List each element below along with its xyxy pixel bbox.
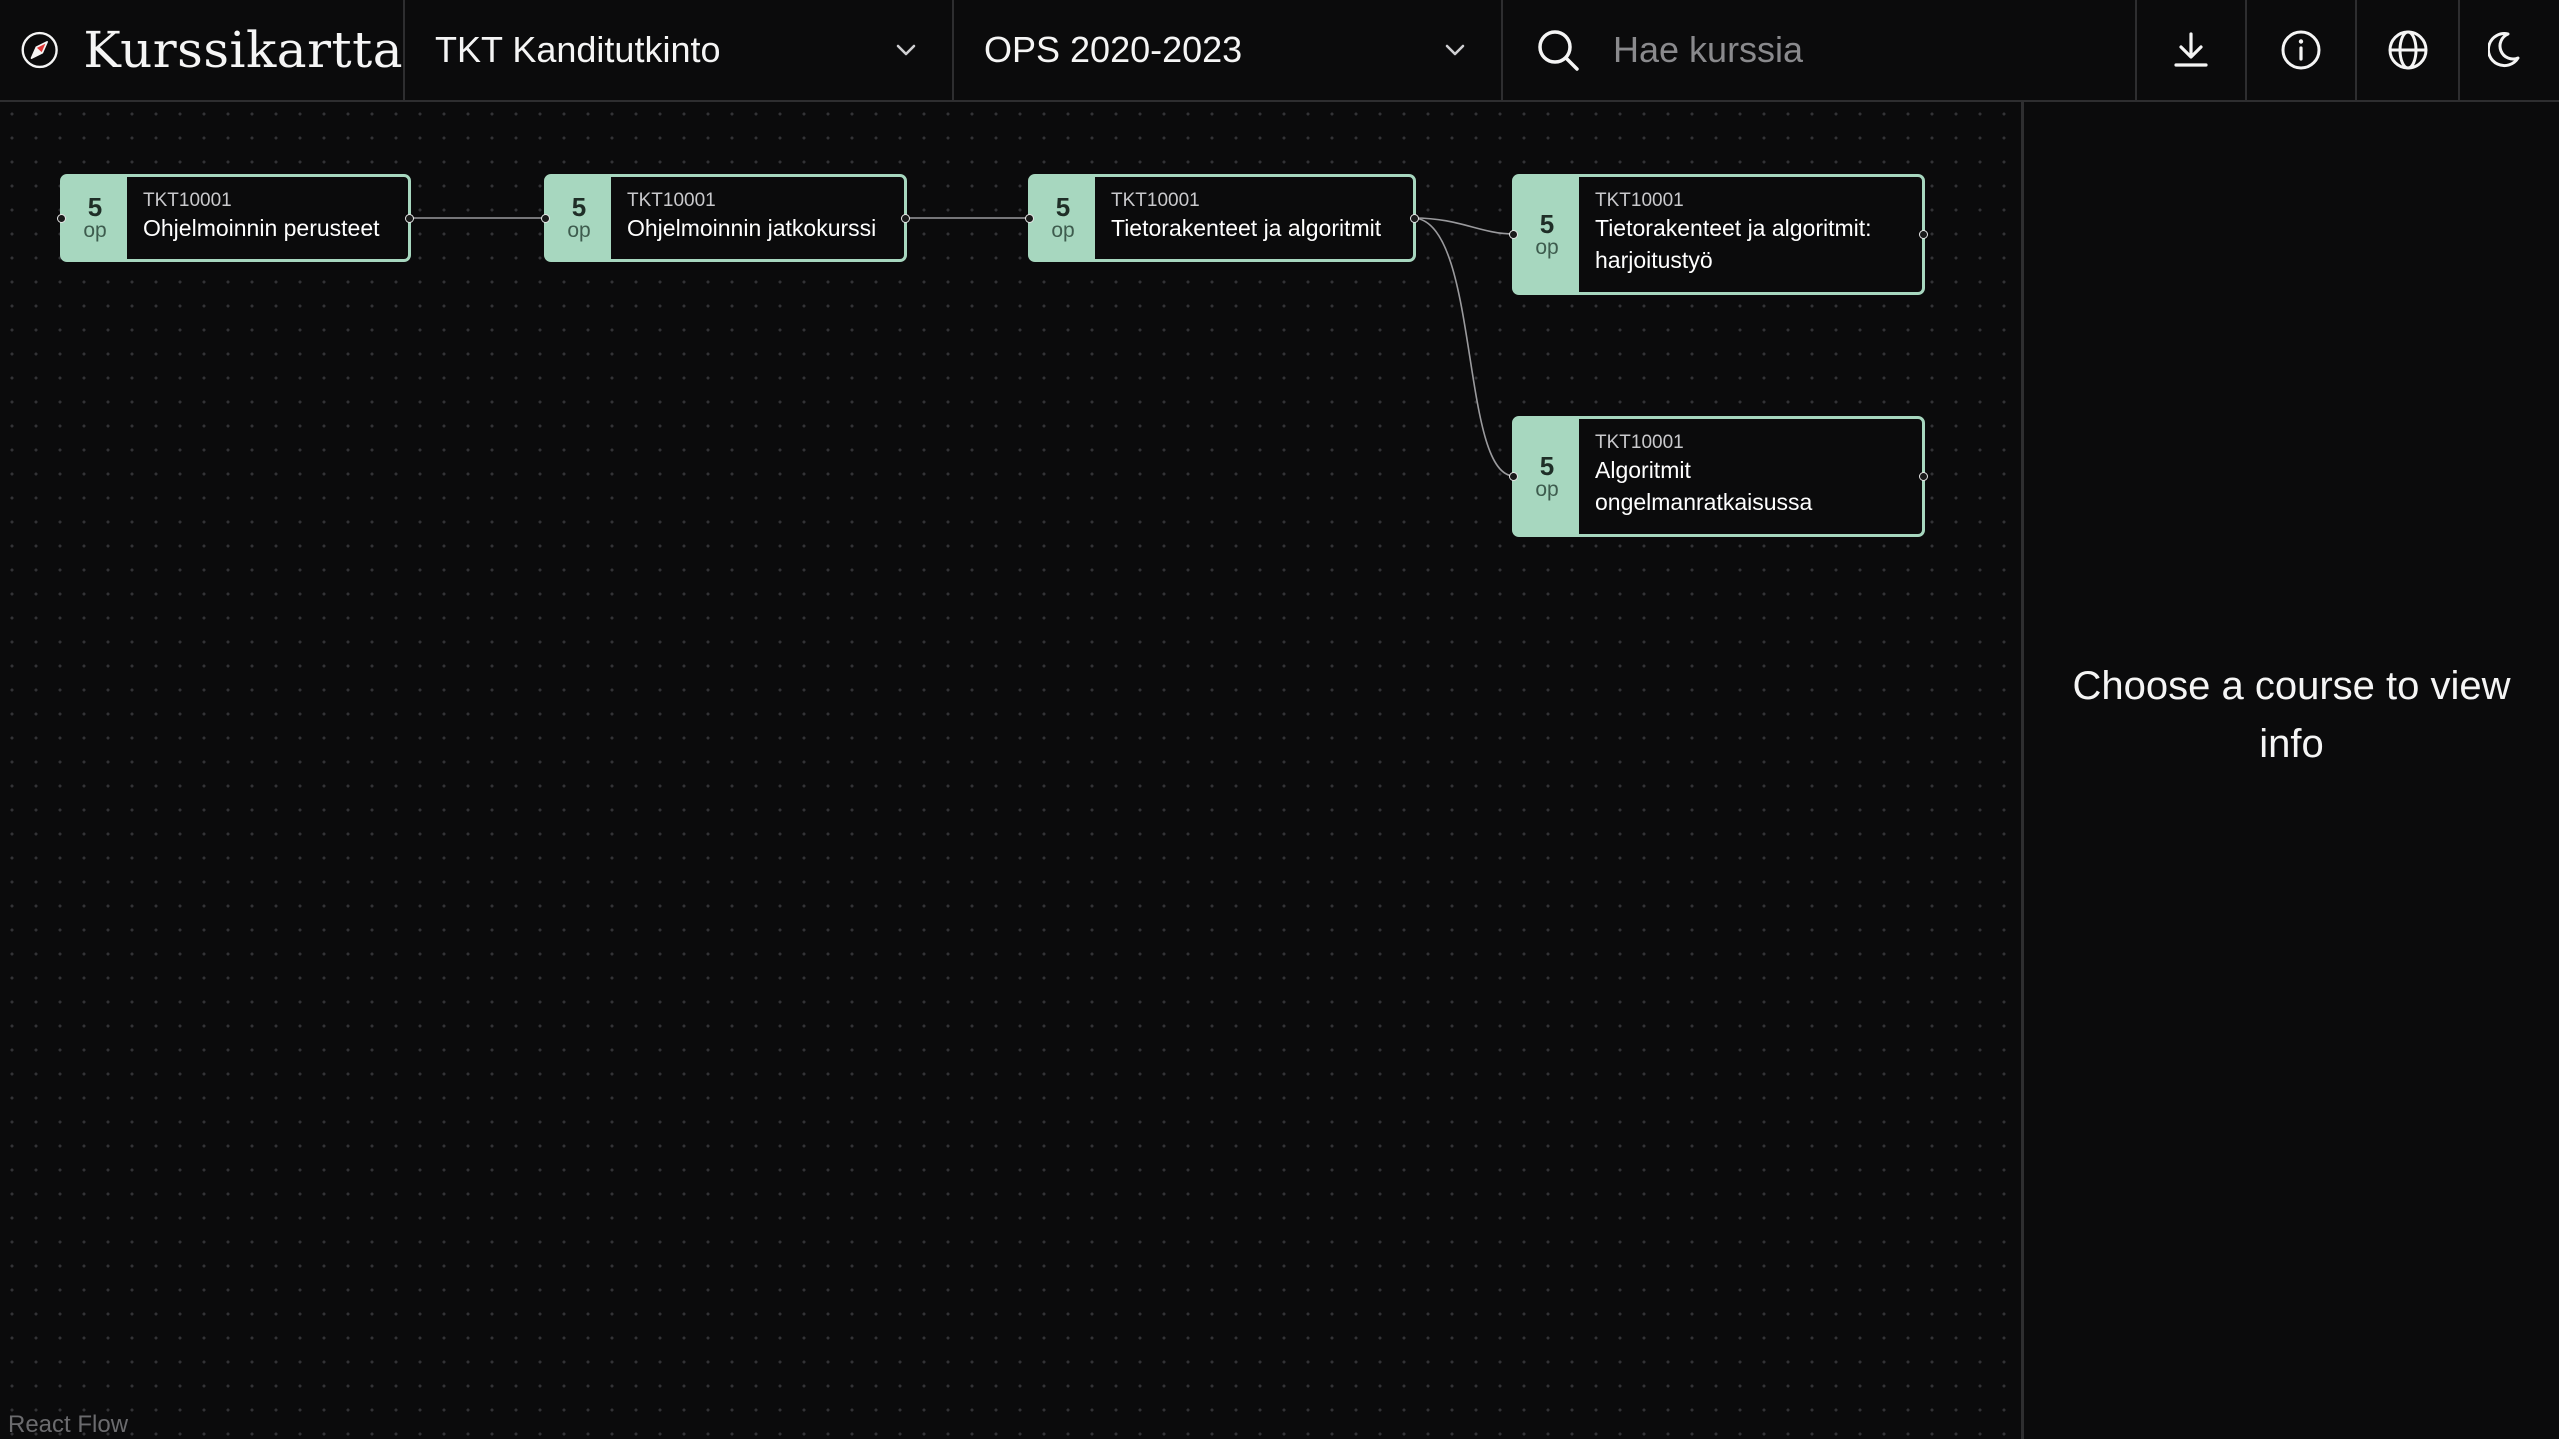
- course-info-panel: Choose a course to view info: [2021, 102, 2559, 1439]
- target-handle[interactable]: [1509, 472, 1518, 481]
- top-bar: Kurssikartta TKT Kanditutkinto OPS 2020-…: [0, 0, 2559, 102]
- target-handle[interactable]: [1025, 213, 1034, 223]
- credits-value: 5: [1055, 192, 1071, 222]
- credits-value: 5: [1539, 450, 1555, 481]
- course-info: TKT10001 Ohjelmoinnin perusteet: [127, 177, 392, 259]
- brand[interactable]: Kurssikartta: [0, 0, 405, 100]
- credits-badge: 5 op: [1515, 177, 1579, 292]
- credits-badge: 5 op: [1515, 419, 1579, 534]
- search-box[interactable]: [1503, 0, 2137, 100]
- course-node-algoritmit-ongelmanratkaisussa[interactable]: 5 op TKT10001 Algoritmit ongelmanratkais…: [1509, 416, 1928, 537]
- course-name-line-1: Tietorakenteet ja algoritmit:: [1595, 215, 1872, 241]
- course-node-ohjelmoinnin-perusteet[interactable]: 5 op TKT10001 Ohjelmoinnin perusteet: [57, 174, 414, 262]
- course-code: TKT10001: [627, 190, 716, 211]
- react-flow-attribution[interactable]: React Flow: [8, 1411, 128, 1439]
- chevron-down-icon: [1445, 44, 1465, 56]
- course-graph-canvas[interactable]: 5 op TKT10001 Ohjelmoinnin perusteet 5 o…: [0, 102, 2021, 1439]
- course-code: TKT10001: [1595, 432, 1684, 453]
- info-icon: [2281, 30, 2321, 70]
- compass-logo: [21, 31, 58, 69]
- course-code: TKT10001: [1595, 190, 1684, 211]
- language-button[interactable]: [2357, 0, 2460, 100]
- download-button[interactable]: [2137, 0, 2247, 100]
- credits-unit: op: [1535, 477, 1559, 501]
- course-code: TKT10001: [143, 190, 232, 211]
- course-name: Tietorakenteet ja algoritmit: [1111, 215, 1382, 241]
- theme-toggle-button[interactable]: [2460, 0, 2559, 100]
- course-code: TKT10001: [1111, 190, 1200, 211]
- credits-unit: op: [83, 219, 107, 242]
- chevron-down-icon: [896, 44, 916, 56]
- source-handle[interactable]: [1919, 230, 1928, 239]
- credits-badge: 5 op: [63, 177, 127, 259]
- course-info: TKT10001 Tietorakenteet ja algoritmit: [1095, 177, 1393, 259]
- app-title: Kurssikartta: [83, 21, 403, 79]
- credits-unit: op: [1051, 219, 1075, 242]
- credits-value: 5: [571, 192, 587, 222]
- curriculum-select-value: OPS 2020-2023: [984, 29, 1243, 70]
- degree-select-value: TKT Kanditutkinto: [435, 29, 721, 70]
- credits-unit: op: [567, 219, 591, 242]
- target-handle[interactable]: [1509, 230, 1518, 239]
- credits-value: 5: [87, 192, 103, 222]
- course-name-line-1: Algoritmit: [1595, 457, 1691, 483]
- credits-badge: 5 op: [547, 177, 611, 259]
- edge-c3-c4: [1413, 217, 1515, 235]
- credits-unit: op: [1535, 235, 1559, 259]
- course-info: TKT10001 Algoritmit ongelmanratkaisussa: [1579, 419, 1824, 534]
- course-node-tira-harjoitustyo[interactable]: 5 op TKT10001 Tietorakenteet ja algoritm…: [1509, 174, 1928, 295]
- globe-icon: [2388, 30, 2427, 70]
- edge-c3-c5: [1413, 217, 1515, 477]
- course-name: Ohjelmoinnin jatkokurssi: [627, 215, 877, 241]
- source-handle[interactable]: [1410, 213, 1419, 223]
- course-info: TKT10001 Tietorakenteet ja algoritmit: h…: [1579, 177, 1884, 292]
- target-handle[interactable]: [57, 213, 66, 223]
- source-handle[interactable]: [405, 213, 414, 223]
- moon-icon: [2487, 32, 2519, 68]
- credits-badge: 5 op: [1031, 177, 1095, 259]
- edges-layer: [409, 217, 1515, 477]
- course-name-line-2: ongelmanratkaisussa: [1595, 489, 1813, 515]
- degree-select[interactable]: TKT Kanditutkinto: [405, 0, 954, 100]
- target-handle[interactable]: [541, 213, 550, 223]
- course-info: TKT10001 Ohjelmoinnin jatkokurssi: [611, 177, 888, 259]
- course-node-tietorakenteet-ja-algoritmit[interactable]: 5 op TKT10001 Tietorakenteet ja algoritm…: [1025, 174, 1419, 262]
- course-name: Ohjelmoinnin perusteet: [143, 215, 380, 241]
- credits-value: 5: [1539, 208, 1555, 239]
- download-icon: [2174, 32, 2208, 67]
- search-input[interactable]: [1613, 29, 2073, 71]
- source-handle[interactable]: [1919, 472, 1928, 481]
- curriculum-select[interactable]: OPS 2020-2023: [954, 0, 1503, 100]
- search-icon: [1538, 30, 1579, 71]
- info-button[interactable]: [2247, 0, 2357, 100]
- empty-state-message: Choose a course to view info: [2072, 663, 2511, 766]
- course-name-line-2: harjoitustyö: [1595, 247, 1713, 273]
- source-handle[interactable]: [901, 213, 910, 223]
- course-node-ohjelmoinnin-jatkokurssi[interactable]: 5 op TKT10001 Ohjelmoinnin jatkokurssi: [541, 174, 910, 262]
